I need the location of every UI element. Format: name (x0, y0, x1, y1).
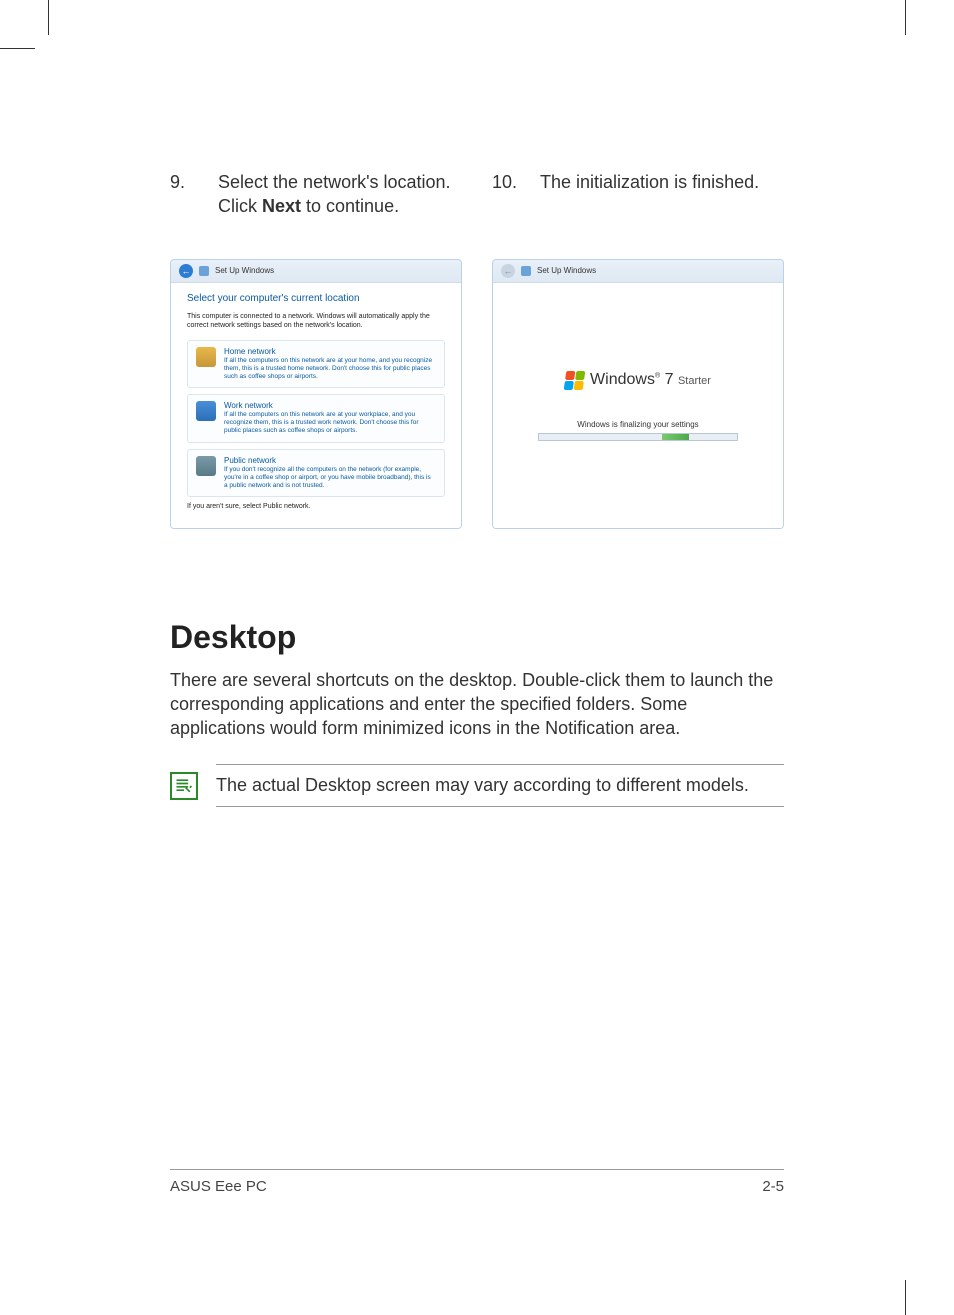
step-text-b: to continue. (301, 196, 399, 216)
windows-7-logo: Windows® 7 Starter (565, 371, 711, 390)
network-desc: If you don't recognize all the computers… (224, 466, 436, 490)
network-text: Work network If all the computers on thi… (224, 401, 436, 435)
network-option-public: Public network If you don't recognize al… (187, 449, 445, 497)
back-button-icon: ← (501, 264, 515, 278)
desktop-heading: Desktop (170, 619, 784, 656)
network-desc: If all the computers on this network are… (224, 411, 436, 435)
logo-main: Windows (590, 371, 655, 388)
back-button-icon: ← (179, 264, 193, 278)
desktop-text: There are several shortcuts on the deskt… (170, 668, 784, 741)
progress-section: Windows is finalizing your settings (538, 420, 738, 441)
page-footer: ASUS Eee PC 2-5 (170, 1169, 784, 1195)
network-text: Home network If all the computers on thi… (224, 347, 436, 381)
network-title: Work network (224, 401, 436, 410)
screenshot-finalizing: ← Set Up Windows Windows® 7 Starter (492, 259, 784, 529)
step-9: 9. Select the network's location. Click … (170, 170, 462, 219)
window-body: Select your computer's current location … (171, 283, 461, 529)
step-number: 10. (492, 170, 522, 219)
step-10: 10. The initialization is finished. (492, 170, 784, 219)
work-network-icon (196, 401, 216, 421)
step-text: Select the network's location. Click Nex… (218, 170, 462, 219)
network-option-work: Work network If all the computers on thi… (187, 394, 445, 442)
window-footer-text: If you aren't sure, select Public networ… (187, 503, 445, 510)
progress-bar (538, 433, 738, 441)
windows-flag-icon (564, 371, 586, 390)
finalizing-text: Windows is finalizing your settings (538, 420, 738, 429)
window-body: Windows® 7 Starter Windows is finalizing… (493, 283, 783, 529)
window-icon (521, 266, 531, 276)
note-box: The actual Desktop screen may vary accor… (170, 764, 784, 807)
network-text: Public network If you don't recognize al… (224, 456, 436, 490)
page-content: 9. Select the network's location. Click … (60, 60, 894, 1255)
network-title: Public network (224, 456, 436, 465)
window-icon (199, 266, 209, 276)
network-option-home: Home network If all the computers on thi… (187, 340, 445, 388)
window-titlebar: ← Set Up Windows (493, 260, 783, 283)
step-number: 9. (170, 170, 200, 219)
network-title: Home network (224, 347, 436, 356)
window-intro: This computer is connected to a network.… (187, 312, 445, 330)
public-network-icon (196, 456, 216, 476)
window-titlebar: ← Set Up Windows (171, 260, 461, 283)
logo-edition: Starter (678, 375, 711, 387)
screenshot-network-location: ← Set Up Windows Select your computer's … (170, 259, 462, 529)
note-icon (170, 772, 198, 800)
progress-fill (662, 434, 690, 440)
note-text-wrap: The actual Desktop screen may vary accor… (216, 764, 784, 807)
window-title: Set Up Windows (215, 266, 274, 275)
logo-seven: 7 (665, 371, 674, 388)
window-heading: Select your computer's current location (187, 293, 445, 304)
network-desc: If all the computers on this network are… (224, 357, 436, 381)
windows-7-text: Windows® 7 Starter (590, 371, 711, 389)
step-text-bold: Next (262, 196, 301, 216)
window-title: Set Up Windows (537, 266, 596, 275)
home-network-icon (196, 347, 216, 367)
footer-right: 2-5 (762, 1178, 784, 1195)
note-text: The actual Desktop screen may vary accor… (216, 775, 784, 796)
step-text: The initialization is finished. (540, 170, 759, 219)
footer-left: ASUS Eee PC (170, 1178, 267, 1195)
screenshots-row: ← Set Up Windows Select your computer's … (170, 259, 784, 529)
steps-row: 9. Select the network's location. Click … (170, 170, 784, 219)
